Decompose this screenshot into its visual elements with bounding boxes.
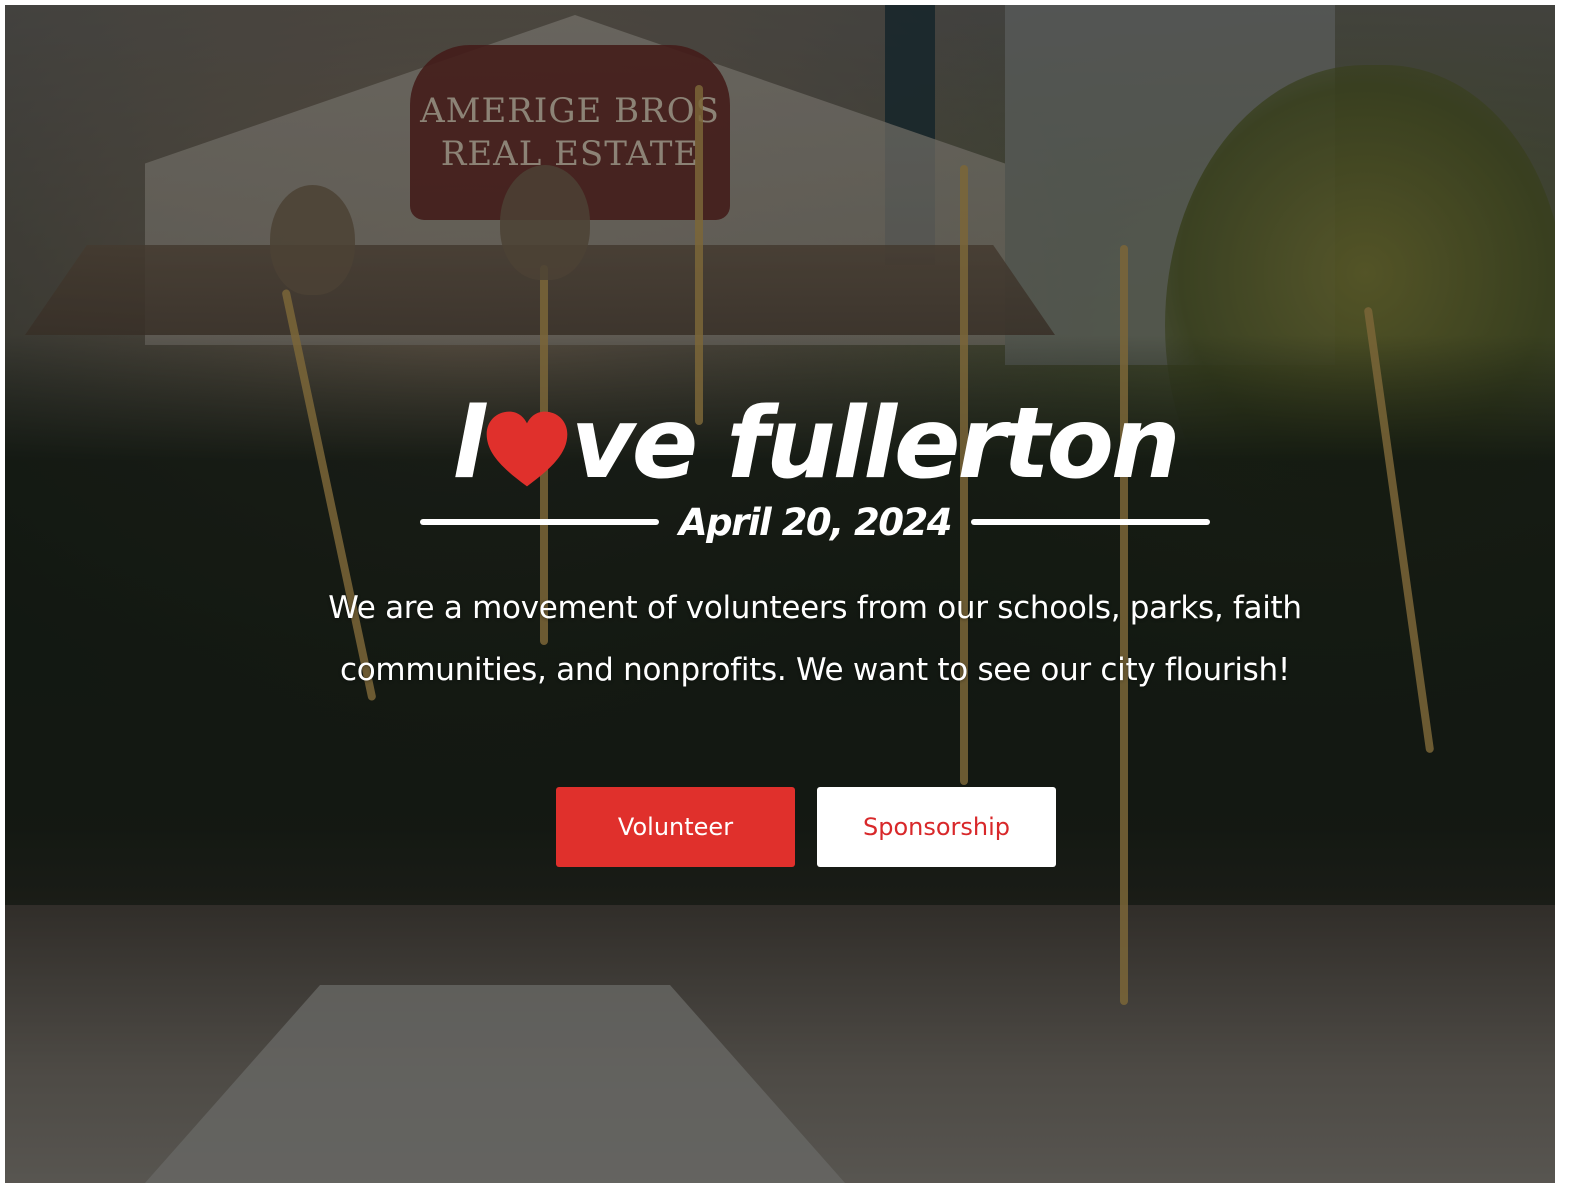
date-rule-left	[420, 519, 659, 525]
heart-icon	[486, 411, 568, 487]
mission-tagline: We are a movement of volunteers from our…	[245, 577, 1385, 701]
hero-section: AMERIGE BROS REAL ESTATE l ve fullerton …	[5, 5, 1555, 1183]
date-rule-right	[971, 519, 1210, 525]
volunteer-button[interactable]: Volunteer	[556, 787, 795, 867]
logo-letter-l: l	[452, 387, 486, 501]
love-fullerton-logo: l ve fullerton	[415, 383, 1215, 493]
hero-content: l ve fullerton April 20, 2024 We are a m…	[5, 5, 1555, 1183]
event-date-text: April 20, 2024	[678, 500, 953, 544]
logo-word: ve fullerton	[570, 387, 1181, 501]
tagline-line-2: communities, and nonprofits. We want to …	[340, 652, 1290, 688]
sponsorship-button[interactable]: Sponsorship	[817, 787, 1056, 867]
tagline-line-1: We are a movement of volunteers from our…	[328, 590, 1302, 626]
event-date: April 20, 2024	[420, 497, 1210, 547]
